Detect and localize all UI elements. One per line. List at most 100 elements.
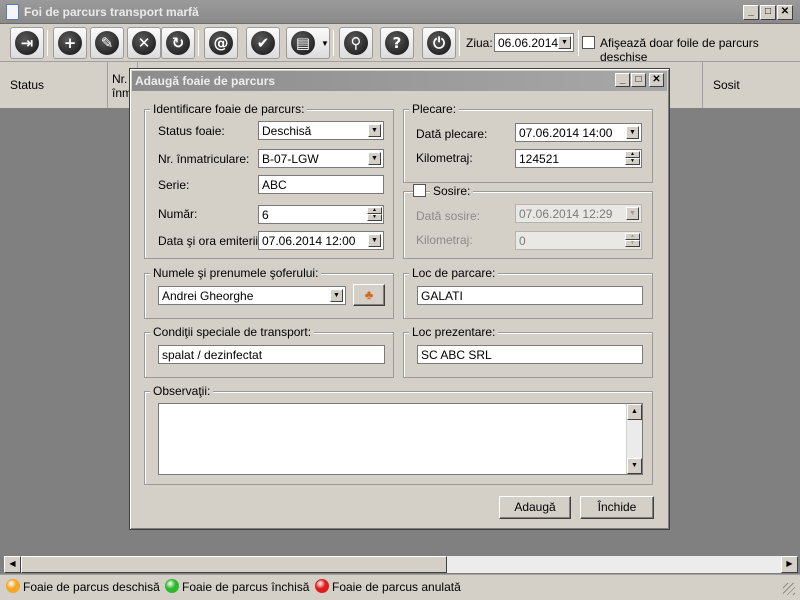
issue-date-label: Data şi ora emiterii: [158, 234, 262, 248]
issue-date-picker[interactable]: 07.06.2014 12:00 ▼ [258, 231, 384, 250]
series-label: Serie: [158, 178, 190, 192]
closed-status-icon [165, 579, 179, 593]
arrival-km-stepper[interactable]: 0 ▲ ▼ [515, 231, 642, 250]
open-status-icon [6, 579, 20, 593]
email-button[interactable]: @ [204, 27, 238, 59]
refresh-icon: ↻ [166, 31, 190, 55]
horizontal-scrollbar[interactable] [21, 556, 781, 573]
document-icon [6, 4, 19, 20]
conditions-input[interactable]: spalat / dezinfectat [158, 345, 385, 364]
departure-date-value: 07.06.2014 14:00 [519, 126, 613, 140]
legend-cancelled-label: Foaie de parcus anulată [332, 580, 461, 594]
status-bar: Foaie de parcus deschisă Foaie de parcus… [0, 574, 800, 600]
presentation-input[interactable]: SC ABC SRL [417, 345, 643, 364]
number-stepper[interactable]: 6 ▲ ▼ [258, 205, 384, 224]
chevron-down-icon[interactable]: ▼ [368, 124, 381, 137]
number-value: 6 [262, 208, 269, 222]
toolbar-separator [198, 30, 199, 56]
drivers-button[interactable]: ♣ [353, 284, 385, 306]
power-icon: ⏻ [427, 31, 451, 55]
search-button[interactable]: ⚲ [339, 27, 373, 59]
chevron-down-icon[interactable]: ▼ [558, 36, 571, 49]
departure-km-label: Kilometraj: [416, 151, 473, 165]
add-button[interactable]: + [53, 27, 87, 59]
delete-button[interactable]: ✕ [127, 27, 161, 59]
minimize-button[interactable]: _ [743, 5, 759, 20]
help-button[interactable]: ? [380, 27, 414, 59]
driver-select[interactable]: Andrei Gheorghe ▼ [158, 286, 346, 305]
issue-date-value: 07.06.2014 12:00 [262, 234, 356, 248]
scroll-up-icon[interactable]: ▲ [627, 404, 642, 420]
departure-group-title: Plecare: [409, 102, 460, 116]
add-dialog: Adaugă foaie de parcurs _ □ ✕ Identifica… [129, 68, 670, 530]
arrival-checkbox[interactable] [413, 184, 426, 197]
scroll-thumb[interactable] [21, 556, 447, 573]
print-button[interactable]: ▤ ▼ [286, 27, 330, 59]
validate-button[interactable]: ✔ [246, 27, 280, 59]
status-select[interactable]: Deschisă ▼ [258, 121, 384, 140]
plate-select[interactable]: B-07-LGW ▼ [258, 149, 384, 168]
column-status[interactable]: Status [0, 62, 108, 108]
exit-button[interactable]: ⇥ [10, 27, 44, 59]
maximize-button[interactable]: □ [760, 5, 776, 20]
toolbar-separator [459, 30, 460, 56]
power-button[interactable]: ⏻ [422, 27, 456, 59]
scroll-down-icon[interactable]: ▼ [627, 458, 642, 474]
notes-group-title: Observaţii: [150, 384, 214, 398]
dialog-close-button[interactable]: ✕ [649, 73, 664, 87]
ident-group-title: Identificare foaie de parcurs: [150, 102, 308, 116]
series-input[interactable]: ABC [258, 175, 384, 194]
legend-open-label: Foaie de parcus deschisă [23, 580, 160, 594]
arrival-date-label: Dată sosire: [416, 209, 481, 223]
scroll-right-icon[interactable]: ▶ [781, 556, 798, 573]
arrival-group-title: Sosire: [430, 184, 474, 198]
dialog-title-bar: Adaugă foaie de parcurs _ □ ✕ [132, 71, 667, 91]
departure-km-stepper[interactable]: 124521 ▲ ▼ [515, 149, 642, 168]
add-button[interactable]: Adaugă [499, 496, 571, 519]
dialog-title: Adaugă foaie de parcurs [135, 74, 276, 88]
date-value: 06.06.2014 [498, 36, 559, 50]
dialog-minimize-button[interactable]: _ [615, 73, 630, 87]
spinner-icon[interactable]: ▲ ▼ [625, 151, 640, 166]
open-only-checkbox[interactable] [582, 36, 595, 49]
departure-group [403, 109, 653, 183]
exit-icon: ⇥ [15, 31, 39, 55]
open-only-label: Afişează doar foile de parcurs deschise [600, 36, 759, 64]
driver-group-title: Numele şi prenumele şoferului: [150, 266, 322, 280]
toolbar: ⇥ + ✎ ✕ ↻ @ ✔ ▤ ▼ ⚲ ? ⏻ Ziua: 06.06.2014 ▼… [0, 24, 800, 64]
chevron-down-icon: ▼ [626, 207, 639, 220]
edit-button[interactable]: ✎ [90, 27, 124, 59]
chevron-down-icon[interactable]: ▼ [368, 234, 381, 247]
arrival-km-label: Kilometraj: [416, 233, 473, 247]
arrival-date-picker[interactable]: 07.06.2014 12:29 ▼ [515, 204, 642, 223]
notes-textarea[interactable]: ▲ ▼ [158, 403, 643, 475]
plate-label: Nr. înmatriculare: [158, 152, 250, 166]
print-icon: ▤ [291, 31, 315, 55]
driver-value: Andrei Gheorghe [162, 289, 254, 303]
arrival-km-value: 0 [519, 234, 526, 248]
notes-scrollbar[interactable]: ▲ ▼ [626, 404, 642, 474]
validate-icon: ✔ [251, 31, 275, 55]
refresh-button[interactable]: ↻ [161, 27, 195, 59]
resize-grip-icon[interactable] [783, 583, 795, 595]
scroll-left-icon[interactable]: ◀ [4, 556, 21, 573]
column-arrived[interactable]: Sosit [702, 62, 800, 108]
status-value: Deschisă [262, 124, 312, 138]
close-window-button[interactable]: ✕ [777, 5, 793, 20]
add-icon: + [58, 31, 82, 55]
chevron-down-icon[interactable]: ▼ [368, 152, 381, 165]
departure-date-picker[interactable]: 07.06.2014 14:00 ▼ [515, 123, 642, 142]
chevron-down-icon[interactable]: ▼ [626, 126, 639, 139]
edit-icon: ✎ [95, 31, 119, 55]
dropdown-arrow-icon: ▼ [321, 39, 329, 48]
spinner-icon[interactable]: ▲ ▼ [367, 207, 382, 222]
date-label: Ziua: [466, 36, 493, 50]
date-picker[interactable]: 06.06.2014 ▼ [494, 33, 574, 52]
delete-icon: ✕ [132, 31, 156, 55]
status-label: Status foaie: [158, 124, 225, 138]
close-button[interactable]: Închide [580, 496, 654, 519]
toolbar-separator [47, 30, 48, 56]
parking-input[interactable]: GALATI [417, 286, 643, 305]
chevron-down-icon[interactable]: ▼ [330, 289, 343, 302]
dialog-maximize-button[interactable]: □ [631, 73, 646, 87]
